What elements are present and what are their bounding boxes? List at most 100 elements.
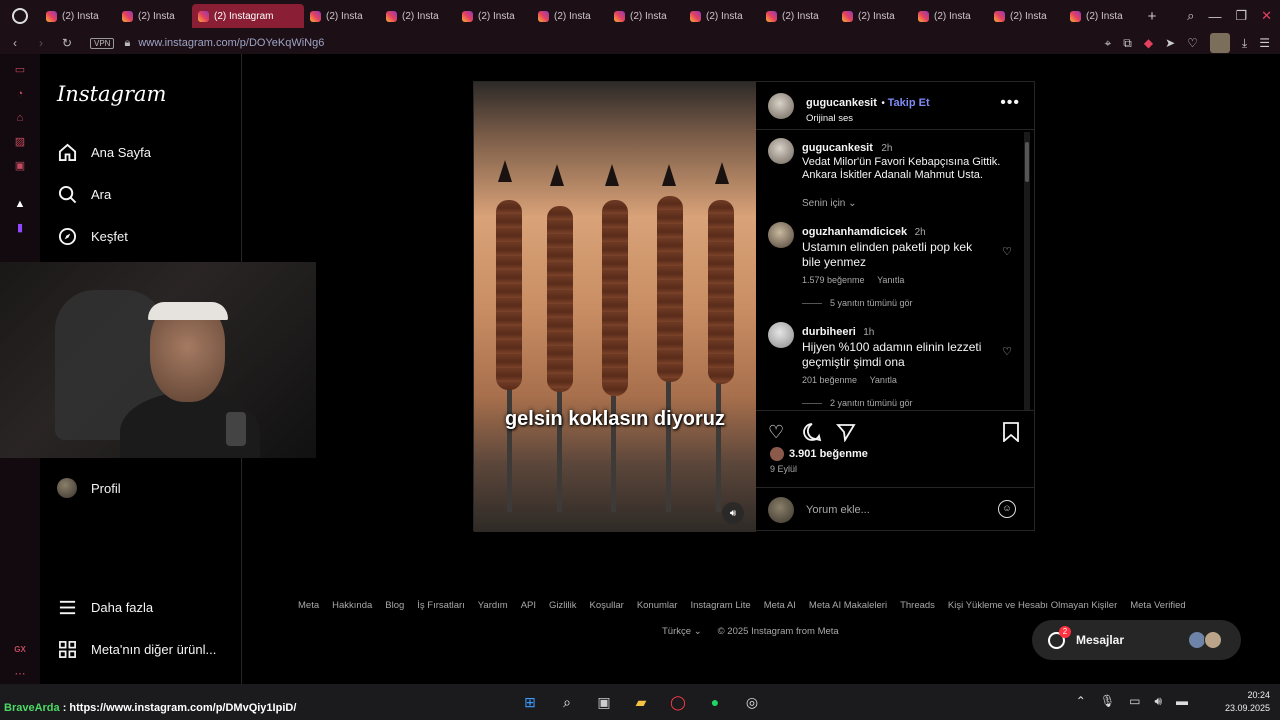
comments-scrollbar[interactable] xyxy=(1024,132,1030,410)
comment-input[interactable]: Yorum ekle... xyxy=(806,504,870,516)
battery-icon[interactable]: ▬ xyxy=(1176,694,1188,709)
footer-link[interactable]: Instagram Lite xyxy=(690,600,750,611)
pocket-icon[interactable]: ◆ xyxy=(1144,36,1153,50)
caption-username[interactable]: gugucankesit xyxy=(802,142,873,154)
new-tab-button[interactable]: + xyxy=(1140,8,1164,25)
footer-link[interactable]: Konumlar xyxy=(637,600,678,611)
author-avatar[interactable] xyxy=(768,93,794,119)
browser-tab[interactable]: (2) Insta xyxy=(380,4,456,28)
browser-tab[interactable]: (2) Insta xyxy=(912,4,988,28)
nav-item-search[interactable]: Ara xyxy=(57,184,111,204)
music-icon[interactable]: ▲ xyxy=(12,196,28,212)
reply-button[interactable]: Yanıtla xyxy=(870,375,897,385)
comment-icon[interactable] xyxy=(802,422,822,447)
more-dots-icon[interactable]: ⋯ xyxy=(12,666,28,682)
footer-link[interactable]: Meta Verified xyxy=(1130,600,1185,611)
twitch-icon[interactable]: ▮ xyxy=(12,220,28,236)
like-comment-icon[interactable]: ♡ xyxy=(1002,345,1012,358)
browser-tab[interactable]: (2) Insta xyxy=(116,4,192,28)
footer-link[interactable]: Koşullar xyxy=(589,600,623,611)
nav-item-home[interactable]: Ana Sayfa xyxy=(57,142,151,162)
gx-corner-icon[interactable]: ⌂ xyxy=(12,110,28,126)
snapshot-icon[interactable]: ⧉ xyxy=(1123,36,1132,51)
comment-avatar[interactable] xyxy=(768,222,794,248)
view-replies-button[interactable]: 2 yanıtın tümünü gör xyxy=(802,398,992,408)
download-icon[interactable]: ⤓ xyxy=(1242,36,1247,51)
comment-likes[interactable]: 201 beğenme xyxy=(802,375,857,385)
profile-avatar[interactable] xyxy=(1209,33,1230,53)
footer-link[interactable]: Hakkında xyxy=(332,600,372,611)
spotify-icon[interactable]: ● xyxy=(705,692,725,712)
minimize-icon[interactable]: — xyxy=(1208,9,1221,24)
like-icon[interactable]: ♡ xyxy=(768,422,784,443)
for-you-label[interactable]: Senin için ⌄ xyxy=(802,198,1017,209)
emoji-icon[interactable]: ☺ xyxy=(998,500,1016,518)
file-explorer-icon[interactable]: ▰ xyxy=(631,692,651,712)
vpn-badge[interactable]: VPN xyxy=(90,37,115,49)
reload-icon[interactable]: ↻ xyxy=(56,36,78,50)
stripes-icon[interactable]: ▨ xyxy=(12,134,28,150)
heart-icon[interactable]: ♡ xyxy=(1187,36,1198,50)
footer-link[interactable]: Meta xyxy=(298,600,319,611)
close-icon[interactable]: ✕ xyxy=(1261,8,1272,24)
footer-link[interactable]: Meta AI Makaleleri xyxy=(809,600,887,611)
browser-tab[interactable]: (2) Insta xyxy=(40,4,116,28)
start-icon[interactable]: ⊞ xyxy=(520,692,540,712)
browser-tab[interactable]: (2) Insta xyxy=(304,4,380,28)
volume-icon[interactable]: 🔊︎ xyxy=(1154,694,1162,709)
app-icon[interactable]: ◎ xyxy=(742,692,762,712)
footer-link[interactable]: Blog xyxy=(385,600,404,611)
volume-icon[interactable]: 🔊︎ xyxy=(722,502,744,524)
back-icon[interactable]: ‹ xyxy=(4,36,26,50)
forward-icon[interactable]: › xyxy=(30,36,52,50)
lock-icon[interactable]: 🔒︎ xyxy=(124,37,130,50)
search-icon[interactable]: ⌕ xyxy=(557,692,577,712)
gx-control-icon[interactable]: ▭ xyxy=(12,62,28,78)
browser-tab[interactable]: (2) Insta xyxy=(608,4,684,28)
maximize-icon[interactable]: ❐ xyxy=(1235,8,1247,24)
messenger-icon[interactable]: ▣ xyxy=(12,158,28,174)
opera-logo-icon[interactable] xyxy=(0,0,40,32)
footer-link[interactable]: API xyxy=(521,600,536,611)
browser-tab[interactable]: (2) Instagram xyxy=(192,4,304,28)
browser-tab[interactable]: (2) Insta xyxy=(760,4,836,28)
share-icon[interactable] xyxy=(836,422,856,447)
url-field[interactable]: www.instagram.com/p/DOYeKqWiNg6 xyxy=(138,37,324,49)
post-video[interactable]: gelsin koklasın diyoruz 🔊︎ xyxy=(474,82,756,532)
comment-username[interactable]: durbiheeri xyxy=(802,326,856,338)
footer-link[interactable]: Meta AI xyxy=(764,600,796,611)
opera-gx-icon[interactable]: ◯ xyxy=(668,692,688,712)
footer-link[interactable]: Threads xyxy=(900,600,935,611)
task-view-icon[interactable]: ▣ xyxy=(594,692,614,712)
comment-avatar[interactable] xyxy=(768,322,794,348)
microphone-icon[interactable]: 🎙︎ xyxy=(1100,694,1115,709)
footer-link[interactable]: İş Fırsatları xyxy=(417,600,465,611)
browser-tab[interactable]: (2) Insta xyxy=(1064,4,1140,28)
caption-avatar[interactable] xyxy=(768,138,794,164)
messages-button[interactable]: 2 Mesajlar xyxy=(1032,620,1241,660)
nav-item-meta-apps[interactable]: Meta'nın diğer ürünl... xyxy=(57,639,216,659)
footer-link[interactable]: Kişi Yükleme ve Hesabı Olmayan Kişiler xyxy=(948,600,1117,611)
nav-item-more[interactable]: Daha fazla xyxy=(57,597,153,617)
search-tabs-icon[interactable]: ⌕ xyxy=(1187,8,1194,24)
nav-item-profile[interactable]: Profil xyxy=(57,478,121,498)
like-comment-icon[interactable]: ♡ xyxy=(1002,245,1012,258)
menu-icon[interactable]: ☰ xyxy=(1259,36,1270,50)
footer-link[interactable]: Gizlilik xyxy=(549,600,576,611)
browser-tab[interactable]: (2) Insta xyxy=(988,4,1064,28)
browser-tab[interactable]: (2) Insta xyxy=(836,4,912,28)
footer-link[interactable]: Yardım xyxy=(478,600,508,611)
nav-item-explore[interactable]: Keşfet xyxy=(57,226,128,246)
author-username[interactable]: gugucankesit xyxy=(806,97,877,109)
browser-tab[interactable]: (2) Insta xyxy=(532,4,608,28)
scroll-thumb[interactable] xyxy=(1025,142,1029,182)
bookmark-icon[interactable] xyxy=(1002,422,1020,447)
instagram-logo[interactable]: Instagram xyxy=(57,82,166,106)
chevron-up-icon[interactable]: ⌃ xyxy=(1076,694,1086,709)
follow-button[interactable]: Takip Et xyxy=(888,97,930,109)
audio-label[interactable]: Orijinal ses xyxy=(806,113,930,124)
gx-cleaner-icon[interactable]: ◔ xyxy=(12,86,28,102)
clock[interactable]: 20:24 23.09.2025 xyxy=(1225,689,1270,715)
view-replies-button[interactable]: 5 yanıtın tümünü gör xyxy=(802,298,992,308)
network-icon[interactable]: ▭ xyxy=(1129,694,1140,709)
